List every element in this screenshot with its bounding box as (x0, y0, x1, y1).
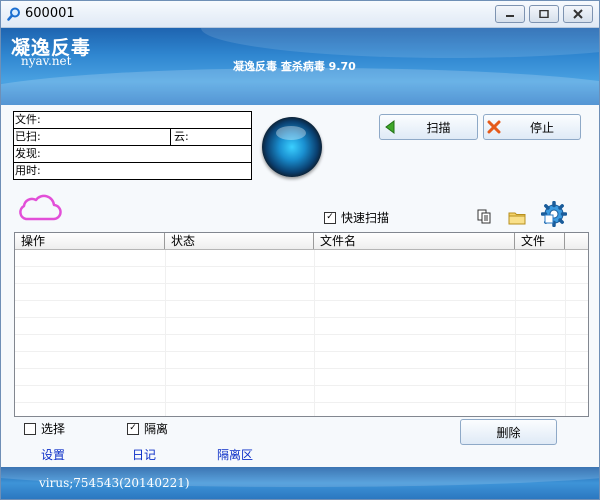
quick-scan-label: 快速扫描 (341, 211, 390, 225)
folder-icon[interactable] (507, 207, 527, 227)
quarantine-checkbox[interactable]: ✓ 隔离 (127, 420, 168, 437)
version-text: 凝逸反毒 查杀病毒 9.70 (233, 60, 356, 73)
column-filename[interactable]: 文件名 (314, 233, 515, 249)
delete-button[interactable]: 删除 (460, 419, 557, 445)
check-icon: ✓ (324, 211, 336, 224)
scanned-label: 已扫: (15, 130, 41, 143)
minimize-icon (506, 15, 514, 17)
virus-db-status: virus;754543(20140221) (39, 476, 190, 490)
scan-info-table: 文件: 已扫: 云: 发现: 用时: (13, 111, 252, 180)
found-label: 发现: (15, 147, 41, 160)
maximize-button[interactable] (529, 5, 559, 23)
radar-lens-icon (262, 117, 322, 177)
copy-icon[interactable] (475, 207, 495, 227)
select-label: 选择 (41, 422, 66, 436)
minimize-button[interactable] (495, 5, 525, 23)
close-button[interactable] (563, 5, 593, 23)
title-bar: 600001 (1, 1, 599, 28)
column-spacer (565, 233, 588, 249)
results-list[interactable]: 操作 状态 文件名 文件 (14, 232, 589, 417)
settings-gear-icon[interactable] (541, 201, 567, 227)
window-title: 600001 (25, 6, 75, 21)
list-header: 操作 状态 文件名 文件 (15, 233, 588, 250)
log-link[interactable]: 日记 (132, 446, 156, 463)
play-arrow-icon (385, 120, 395, 134)
column-action[interactable]: 操作 (15, 233, 165, 249)
brand-url: nyav.net (21, 54, 72, 68)
file-label: 文件: (15, 113, 41, 126)
time-label: 用时: (15, 164, 41, 177)
quarantine-zone-link[interactable]: 隔离区 (217, 446, 253, 463)
quarantine-label: 隔离 (144, 422, 169, 436)
stop-button-label: 停止 (529, 120, 554, 135)
cloud-icon[interactable] (16, 191, 62, 223)
delete-button-label: 删除 (496, 425, 521, 440)
scan-button-label: 扫描 (426, 120, 451, 135)
status-bar: virus;754543(20140221) (1, 467, 599, 499)
check-icon: ✓ (127, 422, 139, 435)
select-checkbox[interactable]: 选择 (24, 420, 65, 437)
column-status[interactable]: 状态 (165, 233, 314, 249)
close-icon (573, 9, 583, 19)
app-window: 600001 凝逸反毒 nyav.net 凝逸反毒 查杀病毒 9.70 文件: … (0, 0, 600, 500)
stop-button[interactable]: 停止 (483, 114, 581, 140)
settings-link[interactable]: 设置 (41, 446, 65, 463)
cloud-count-label: 云: (170, 129, 189, 145)
banner: 凝逸反毒 nyav.net 凝逸反毒 查杀病毒 9.70 (1, 28, 599, 105)
magnifier-icon (7, 7, 20, 21)
column-file[interactable]: 文件 (515, 233, 565, 249)
quick-scan-checkbox[interactable]: ✓ 快速扫描 (324, 209, 389, 226)
maximize-icon (539, 10, 549, 18)
stop-x-icon (487, 120, 501, 134)
scan-button[interactable]: 扫描 (379, 114, 478, 140)
